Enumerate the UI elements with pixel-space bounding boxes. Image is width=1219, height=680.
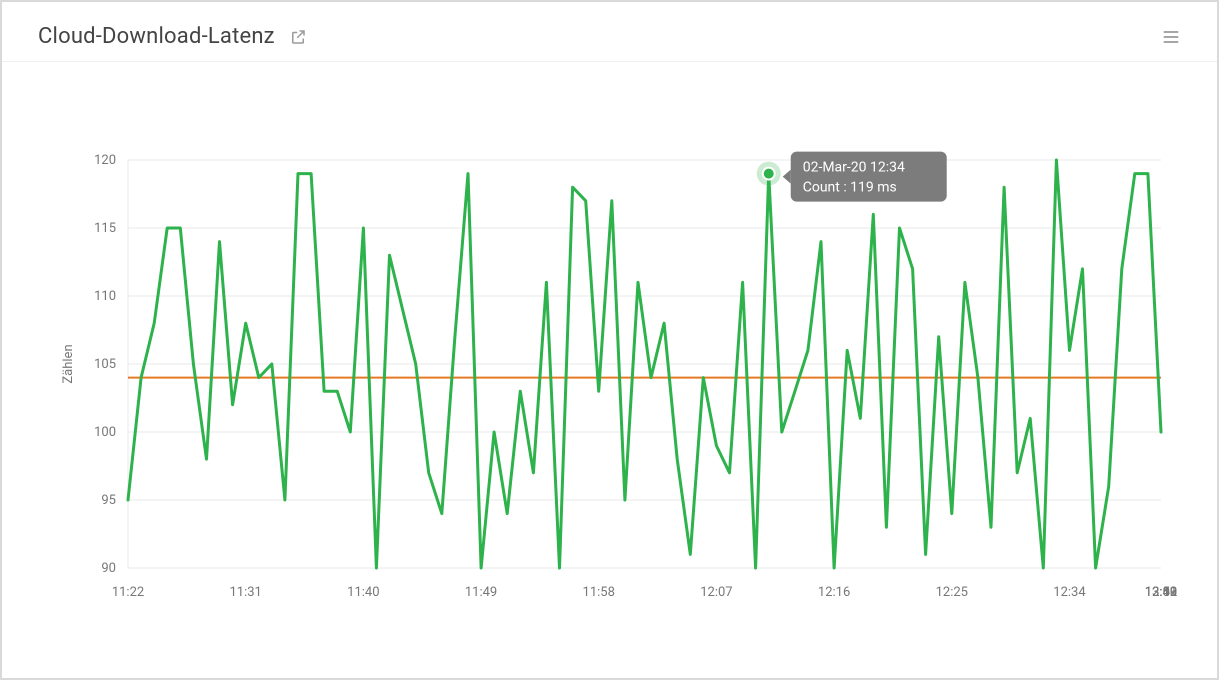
hover-point [763,168,775,180]
svg-text:11:58: 11:58 [583,585,615,600]
panel-frame: Cloud-Download-Latenz 90 95 100 105 110 115 12… [0,0,1219,680]
external-link-icon[interactable] [289,28,307,46]
svg-text:11:22: 11:22 [112,585,144,600]
svg-text:13:19: 13:19 [1145,585,1177,600]
svg-text:12:16: 12:16 [818,585,850,600]
svg-text:105: 105 [94,357,116,372]
panel-header: Cloud-Download-Latenz [2,2,1217,62]
chart-area: 90 95 100 105 110 115 120 11:22 11:31 11:40 11:49 1… [38,80,1181,654]
svg-text:11:49: 11:49 [465,585,497,600]
svg-text:115: 115 [94,221,116,236]
svg-text:12:07: 12:07 [700,585,732,600]
svg-text:110: 110 [94,289,116,304]
svg-text:12:34: 12:34 [1053,585,1086,600]
svg-text:11:31: 11:31 [229,585,261,600]
tooltip-timestamp: 02-Mar-20 12:34 [803,160,905,176]
y-axis-label: Zählen [61,344,76,383]
hamburger-menu-icon[interactable] [1161,27,1181,47]
panel-title: Cloud-Download-Latenz [38,24,275,49]
title-wrap: Cloud-Download-Latenz [38,24,307,49]
svg-text:95: 95 [101,493,116,508]
svg-text:90: 90 [101,561,116,576]
svg-text:12:25: 12:25 [936,585,968,600]
svg-text:120: 120 [94,153,116,168]
latency-line-chart[interactable]: 90 95 100 105 110 115 120 11:22 11:31 11:40 11:49 1… [38,80,1181,654]
tooltip-value: Count : 119 ms [803,180,897,196]
svg-text:11:40: 11:40 [347,585,379,600]
svg-text:100: 100 [94,425,116,440]
